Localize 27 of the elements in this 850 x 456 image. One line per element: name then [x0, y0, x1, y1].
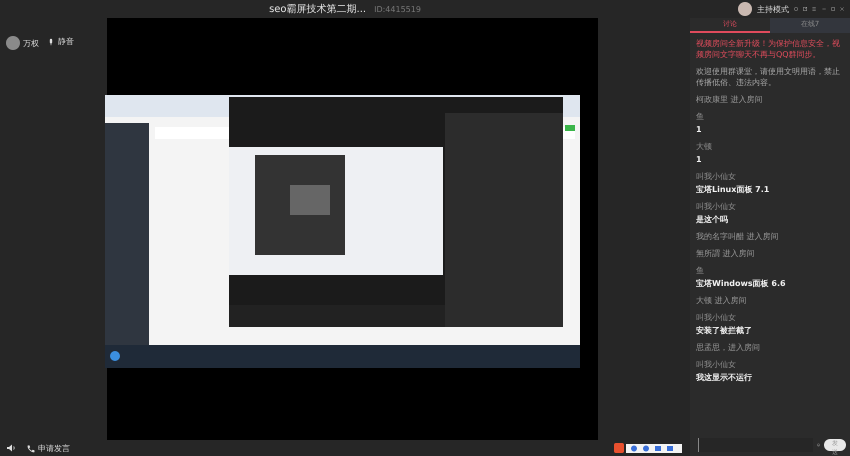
notice-text: 视频房间全新升级！为保护信息安全，视频房间文字聊天不再与QQ群同步。: [696, 38, 841, 60]
sender-name: 叫我小仙女: [696, 201, 737, 212]
sender-name: 鱼: [696, 265, 705, 276]
join-notice: 我的名字叫醋 进入房间: [696, 231, 780, 242]
join-notice: 無所謂 进入房间: [696, 248, 756, 259]
sender-name: 叫我小仙女: [696, 312, 737, 323]
host-name: 万权: [23, 38, 39, 48]
join-notice: 思孟思，进入房间: [696, 342, 761, 353]
window-title: seo霸屏技术第二期...: [269, 2, 366, 16]
join-notice: 大顿 进入房间: [696, 295, 748, 306]
sender-name: 大顿: [696, 141, 713, 152]
message-text: 1: [696, 154, 703, 165]
message-text: 宝塔Windows面板 6.6: [696, 278, 787, 289]
sender-name: 鱼: [696, 111, 705, 122]
message-text: 1: [696, 124, 703, 135]
sender-name: 叫我小仙女: [696, 171, 737, 182]
message-text: 安装了被拦截了: [696, 325, 753, 336]
room-id: ID:4415519: [374, 4, 421, 14]
sender-name: 叫我小仙女: [696, 359, 737, 370]
mute-label: 静音: [58, 36, 74, 47]
welcome-text: 欢迎使用群课堂，请使用文明用语，禁止传播低俗、违法内容。: [696, 66, 841, 88]
request-speak-button[interactable]: 申请发言: [38, 442, 70, 454]
host-mode-label[interactable]: 主持模式: [757, 4, 789, 14]
message-text: 宝塔Linux面板 7.1: [696, 184, 770, 195]
message-text: 是这个吗: [696, 214, 729, 225]
join-notice: 柯政康里 进入房间: [696, 94, 764, 105]
message-text: 我这显示不运行: [696, 372, 753, 383]
